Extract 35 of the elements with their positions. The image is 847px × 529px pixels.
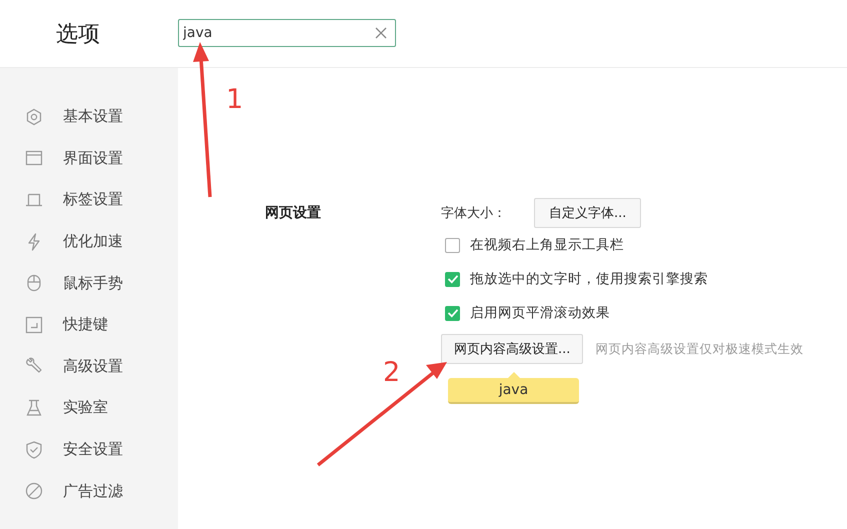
sidebar-item[interactable]: 标签设置 (0, 179, 178, 221)
close-icon[interactable] (375, 26, 387, 38)
sidebar-item[interactable]: 界面设置 (0, 138, 178, 180)
wrench-icon (25, 357, 43, 376)
sidebar-item[interactable]: 优化加速 (0, 220, 178, 262)
sidebar-item[interactable]: 广告过滤 (0, 470, 178, 512)
shield-icon (25, 440, 43, 459)
window-icon (25, 149, 43, 168)
sidebar-item[interactable]: 基本设置 (0, 96, 178, 138)
checkbox[interactable] (445, 272, 460, 286)
sidebar-item[interactable]: 安全设置 (0, 428, 178, 470)
font-size-label: 字体大小： (441, 205, 507, 222)
mouse-icon (25, 274, 43, 292)
option-label: 启用网页平滑滚动效果 (470, 304, 610, 322)
checkbox[interactable] (445, 238, 460, 252)
sidebar-item[interactable]: 高级设置 (0, 346, 178, 388)
section-title: 网页设置 (265, 204, 322, 222)
option-label: 拖放选中的文字时，使用搜索引擎搜索 (470, 270, 708, 288)
checkbox[interactable] (445, 306, 460, 320)
advanced-settings-button[interactable]: 网页内容高级设置... (441, 334, 584, 364)
sidebar-item[interactable]: 鼠标手势 (0, 262, 178, 304)
sidebar-item[interactable]: 实验室 (0, 387, 178, 429)
window-title: 选项 (56, 20, 101, 48)
gear-icon (25, 108, 43, 126)
flask-icon (25, 398, 43, 417)
sidebar-item[interactable]: 快捷键 (0, 304, 178, 346)
annotation-number: 2 (383, 359, 400, 386)
custom-font-button[interactable]: 自定义字体... (534, 198, 642, 228)
search-tooltip: java (448, 372, 579, 404)
option-label: 在视频右上角显示工具栏 (470, 236, 624, 254)
keyboard-icon (25, 316, 43, 334)
search-field[interactable]: java (178, 18, 396, 46)
advanced-note: 网页内容高级设置仅对极速模式生效 (595, 340, 804, 358)
block-icon (25, 482, 43, 500)
annotation-number: 1 (226, 86, 244, 113)
